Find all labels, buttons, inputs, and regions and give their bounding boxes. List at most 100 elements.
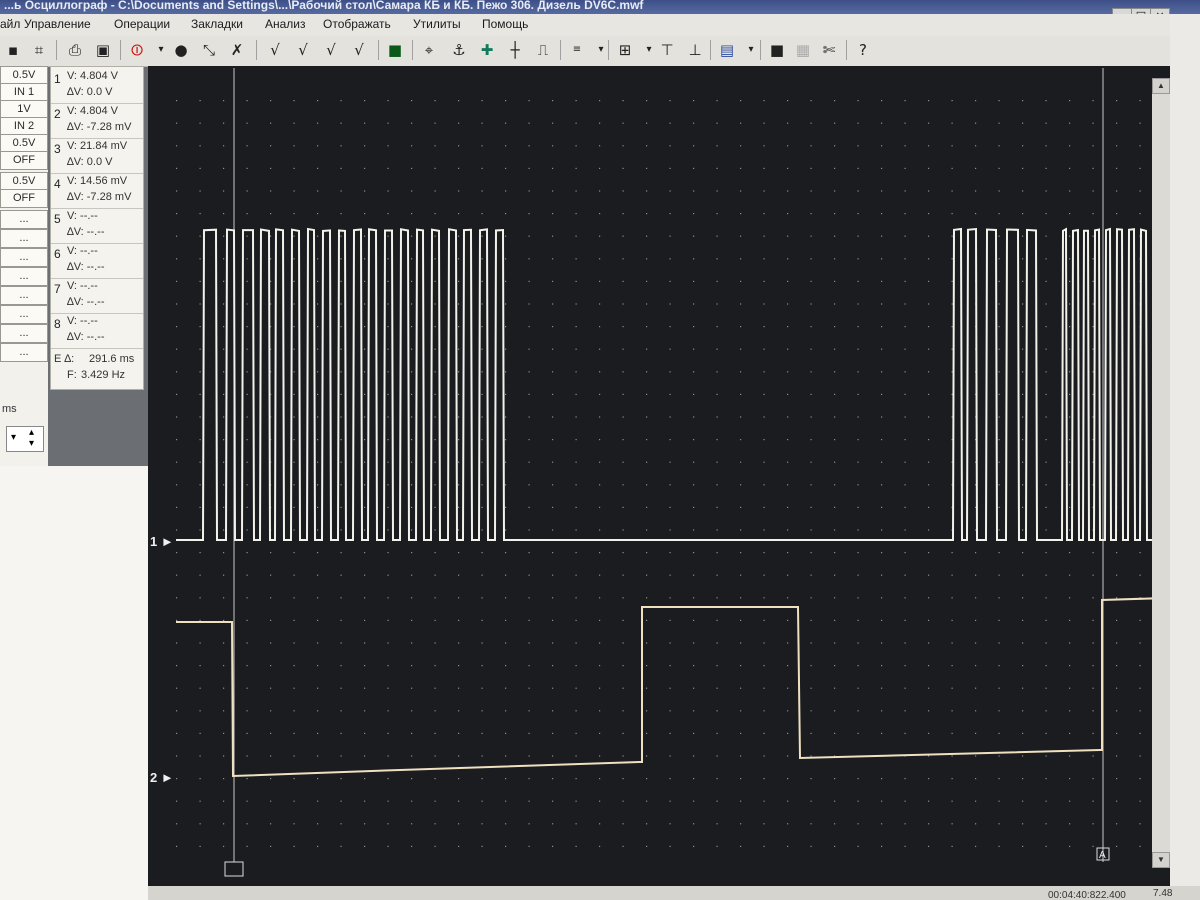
zoom-in-icon[interactable]: ⊤ <box>656 39 678 61</box>
grid-dot <box>740 123 741 124</box>
grid-dot <box>928 462 929 463</box>
menu-utilities[interactable]: Утилиты <box>413 17 461 31</box>
grid-dot <box>717 575 718 576</box>
ch5-cell[interactable]: ... <box>0 210 48 229</box>
check-plus-icon[interactable]: √ <box>292 39 314 61</box>
channel-markers[interactable]: 1 ► 2 ► A <box>150 534 1109 876</box>
marker-icon[interactable]: ✚ <box>476 39 498 61</box>
grid-dot <box>1022 303 1023 304</box>
grid-dot <box>529 416 530 417</box>
menu-help[interactable]: Помощь <box>482 17 528 31</box>
oscilloscope-display[interactable]: 1 ► 2 ► A <box>148 66 1152 886</box>
grid-dot <box>623 303 624 304</box>
grid-dot <box>458 710 459 711</box>
timebase-spinner[interactable]: ▾ ▴ ▾ <box>6 426 44 452</box>
probe-icon[interactable]: ┼ <box>504 39 526 61</box>
print-icon[interactable]: ⎙ <box>64 39 86 61</box>
grid-dot <box>435 349 436 350</box>
trigger-icon[interactable]: ⚓ <box>448 39 470 61</box>
spin-up-icon[interactable]: ▴ <box>29 427 34 438</box>
menu-operations[interactable]: Операции <box>114 17 170 31</box>
grid-dot <box>599 303 600 304</box>
measurement-voltage: V: --.-- <box>67 245 98 257</box>
export-icon[interactable]: ▣ <box>92 39 114 61</box>
window-icon[interactable]: ▤ <box>716 39 738 61</box>
check-double-icon[interactable]: √ <box>320 39 342 61</box>
chevron-down-icon[interactable]: ▾ <box>11 432 16 443</box>
ch4-input[interactable]: OFF <box>0 189 48 208</box>
grid-dot <box>717 303 718 304</box>
grid-dot <box>364 168 365 169</box>
mem-icon[interactable]: ≡ <box>566 39 588 61</box>
menu-bookmarks[interactable]: Закладки <box>191 17 243 31</box>
grid-dot <box>599 100 600 101</box>
ch8-cell[interactable]: ... <box>0 324 48 343</box>
scroll-up-icon[interactable]: ▲ <box>1152 78 1170 94</box>
grid-dot <box>928 303 929 304</box>
grid-dot <box>1046 394 1047 395</box>
grid-dot <box>740 326 741 327</box>
menu-control[interactable]: Управление <box>24 17 91 31</box>
grid-dot <box>552 394 553 395</box>
cursor-icon[interactable]: ⌖ <box>418 39 440 61</box>
grid-dot <box>576 507 577 508</box>
cursor-a-label[interactable]: A <box>1099 850 1106 861</box>
slope-icon[interactable]: ⎍ <box>532 39 554 61</box>
channel-marker-label[interactable]: 1 ► <box>150 534 174 549</box>
ch5-cell[interactable]: ... <box>0 229 48 248</box>
grid-dot <box>505 710 506 711</box>
ch6-cell[interactable]: ... <box>0 248 48 267</box>
grid-dot <box>881 597 882 598</box>
ch8-cell[interactable]: ... <box>0 343 48 362</box>
grid-dot <box>505 733 506 734</box>
spin-down-icon[interactable]: ▾ <box>29 438 34 449</box>
grid-dot <box>999 823 1000 824</box>
record-icon[interactable]: ● <box>170 39 192 61</box>
grid-dot <box>623 642 624 643</box>
grid-dot <box>693 552 694 553</box>
grid-dot <box>646 778 647 779</box>
grid-dot <box>764 236 765 237</box>
color-icon[interactable]: ✄ <box>818 39 840 61</box>
grid-dot <box>787 755 788 756</box>
grid-icon[interactable]: ▦ <box>792 39 814 61</box>
grid-dot <box>717 236 718 237</box>
cursor-drag-handle-icon[interactable] <box>225 862 243 876</box>
grid-dot <box>1022 755 1023 756</box>
grid-dot <box>787 462 788 463</box>
save-icon[interactable]: ▪ <box>2 39 24 61</box>
zoom-out-icon[interactable]: ⊥ <box>684 39 706 61</box>
grid-dot <box>458 371 459 372</box>
menu-file[interactable]: айл <box>0 17 20 31</box>
menu-display[interactable]: Отображать <box>323 17 391 31</box>
grid-dot <box>294 529 295 530</box>
check-icon[interactable]: √ <box>264 39 286 61</box>
ch7-cell[interactable]: ... <box>0 286 48 305</box>
stop-icon[interactable]: ⏼ <box>126 39 148 61</box>
autoscale-icon[interactable]: ⤡ <box>198 39 220 61</box>
tools-icon[interactable]: ✗ <box>226 39 248 61</box>
grid-dot <box>1046 710 1047 711</box>
grid-dot <box>811 145 812 146</box>
zoom-icon[interactable]: ⊞ <box>614 39 636 61</box>
ch3-input[interactable]: OFF <box>0 151 48 170</box>
help-icon[interactable]: ? <box>852 39 874 61</box>
ch7-cell[interactable]: ... <box>0 305 48 324</box>
grid-dot <box>1022 529 1023 530</box>
check-minus-icon[interactable]: √ <box>348 39 370 61</box>
open-icon[interactable]: ⌗ <box>28 39 50 61</box>
grid-dot <box>388 710 389 711</box>
vertical-scrollbar[interactable]: ▲ ▼ <box>1152 78 1170 868</box>
ch6-cell[interactable]: ... <box>0 267 48 286</box>
measurement-voltage: V: 4.804 V <box>67 105 118 117</box>
menu-analysis[interactable]: Анализ <box>265 17 306 31</box>
time-cursors[interactable] <box>234 68 1103 862</box>
display-icon[interactable]: ■ <box>384 39 406 61</box>
black-icon[interactable]: ■ <box>766 39 788 61</box>
grid-dot <box>411 620 412 621</box>
scroll-down-icon[interactable]: ▼ <box>1152 852 1170 868</box>
dropdown-arrow-icon[interactable]: ▾ <box>740 39 762 61</box>
channel-marker-label[interactable]: 2 ► <box>150 770 174 785</box>
dropdown-arrow-icon[interactable]: ▾ <box>150 39 172 61</box>
grid-dot <box>670 168 671 169</box>
